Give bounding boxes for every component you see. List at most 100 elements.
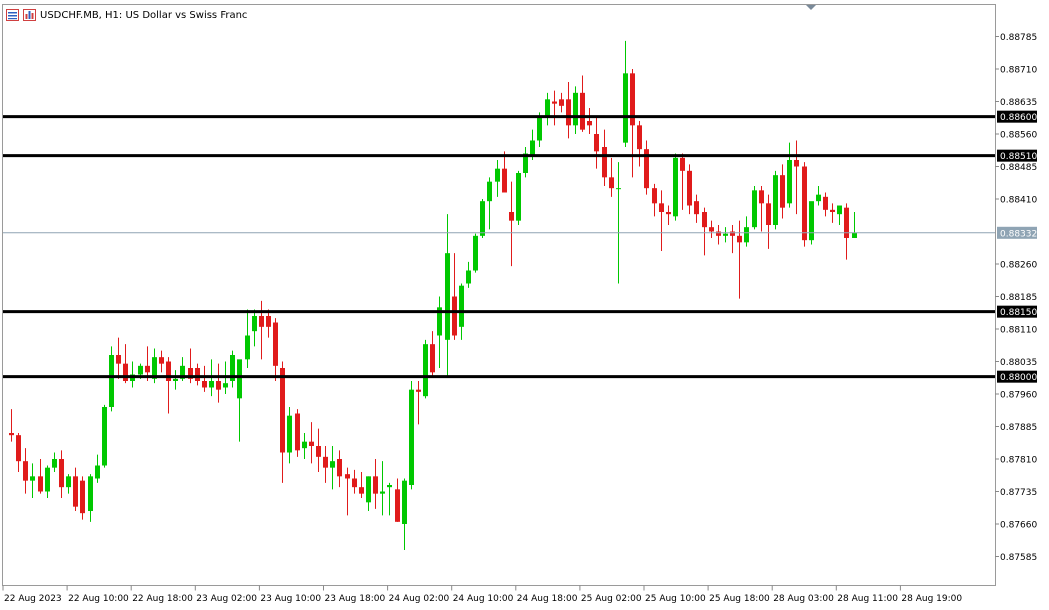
price-tick-label: 0.88785 [1000,33,1037,43]
candle [802,162,807,247]
candle-body [530,140,535,156]
candle-body [95,465,100,479]
candle-body [723,233,728,236]
candle-body [330,461,335,468]
candle-body [373,476,378,494]
candle-body [509,212,514,221]
candle-body [687,170,692,206]
candle-body [702,212,707,228]
candle-body [852,232,857,238]
time-tick-label: 24 Aug 02:00 [389,594,450,604]
current-price-label: 0.88332 [1000,229,1037,239]
candle-body [387,485,392,488]
candle-body [459,285,464,327]
time-tick-label: 28 Aug 19:00 [901,594,962,604]
candle-body [737,235,742,243]
chart-bars-icon[interactable] [23,9,36,21]
candle-body [473,235,478,271]
price-tick-label: 0.87735 [1000,488,1037,498]
time-tick-label: 24 Aug 10:00 [453,594,514,604]
price-tick-label: 0.87585 [1000,553,1037,563]
candle-body [744,227,749,243]
candle-body [780,175,785,208]
candle-body [430,344,435,373]
candle-body [173,378,178,381]
candle-body [337,459,342,477]
level-price-label: 0.88510 [1000,152,1037,162]
candle-body [266,316,271,327]
candle [809,201,814,245]
candle [423,339,428,399]
candle-body [280,368,285,453]
candle-body [766,203,771,225]
candle-body [587,121,592,126]
candle [673,153,678,221]
candle-body [352,478,357,488]
candle-body [837,205,842,215]
candle-body [566,99,571,126]
candle-body [680,157,685,171]
candle-body [402,480,407,524]
candle-body [516,173,521,221]
price-tick-label: 0.88560 [1000,131,1037,141]
price-tick-label: 0.87660 [1000,521,1037,531]
candle-body [830,209,835,212]
candle-body [145,365,150,373]
candle-body [559,99,564,106]
candle-body [302,441,307,449]
candle-body [445,253,450,340]
candle-body [637,125,642,150]
chart-list-icon[interactable] [6,9,19,21]
candle-body [659,203,664,212]
time-tick-label: 25 Aug 02:00 [581,594,642,604]
candle-body [594,134,599,152]
candle-body [716,231,721,236]
candle-body [552,101,557,104]
candle-body [159,357,164,364]
candle-body [773,175,778,225]
candle-body [844,207,849,238]
candle-body [673,157,678,217]
candle-body [480,201,485,236]
candle-body [359,487,364,494]
candle-body [652,188,657,204]
candle [773,170,778,230]
candle-body [502,168,507,193]
price-tick-label: 0.88485 [1000,163,1037,173]
time-tick-label: 23 Aug 02:00 [196,594,257,604]
candle-body [573,92,578,126]
candle-body [423,344,428,397]
candle-body [787,160,792,204]
candle-body [273,322,278,366]
time-tick-label: 28 Aug 03:00 [773,594,834,604]
candle-body [295,413,300,451]
price-tick-label: 0.88185 [1000,293,1037,303]
candle-body [309,441,314,446]
candle-body [366,476,371,503]
candle-body [694,201,699,215]
candle [480,199,485,238]
candle-body [580,92,585,130]
candle-body [66,476,71,488]
candle [516,170,521,225]
candle-body [395,489,400,522]
level-price-label: 0.88600 [1000,113,1037,123]
price-tick-label: 0.88410 [1000,196,1037,206]
candle-body [809,201,814,241]
candle-body [345,474,350,479]
candle-body [416,389,421,392]
price-tick-label: 0.88035 [1000,358,1037,368]
price-tick-label: 0.87810 [1000,456,1037,466]
candle-body [23,461,28,481]
candle-body [237,359,242,399]
candle-body [16,435,21,462]
candle-body [88,476,93,511]
candle-body [466,270,471,284]
time-tick-label: 22 Aug 10:00 [68,594,129,604]
time-tick-label: 22 Aug 18:00 [132,594,193,604]
candle-body [45,467,50,492]
candle-body [752,190,757,228]
candle-body [380,491,385,494]
candle-body [802,166,807,241]
candle-body [73,476,78,507]
